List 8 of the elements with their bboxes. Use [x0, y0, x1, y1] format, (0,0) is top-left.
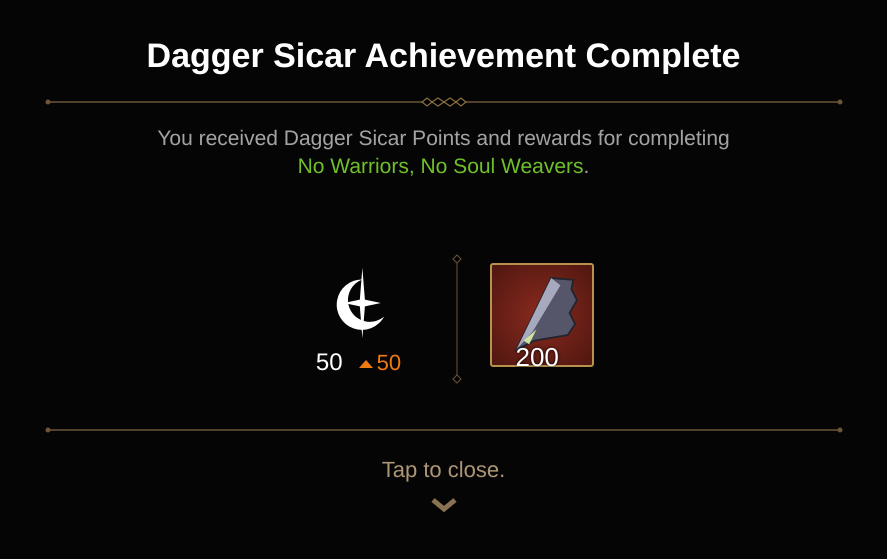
increase-arrow-icon — [358, 358, 373, 368]
chevron-down-icon — [430, 497, 456, 513]
item-slot[interactable]: 200 — [490, 263, 594, 367]
reward-message: You received Dagger Sicar Points and rewards for completing No Warriors, No Soul Weavers. — [157, 126, 730, 180]
points-increase: 50 — [376, 350, 402, 376]
dialog-title: Dagger Sicar Achievement Complete — [146, 36, 740, 77]
close-hint[interactable]: Tap to close. — [382, 457, 506, 483]
points-value: 50 — [316, 349, 343, 377]
